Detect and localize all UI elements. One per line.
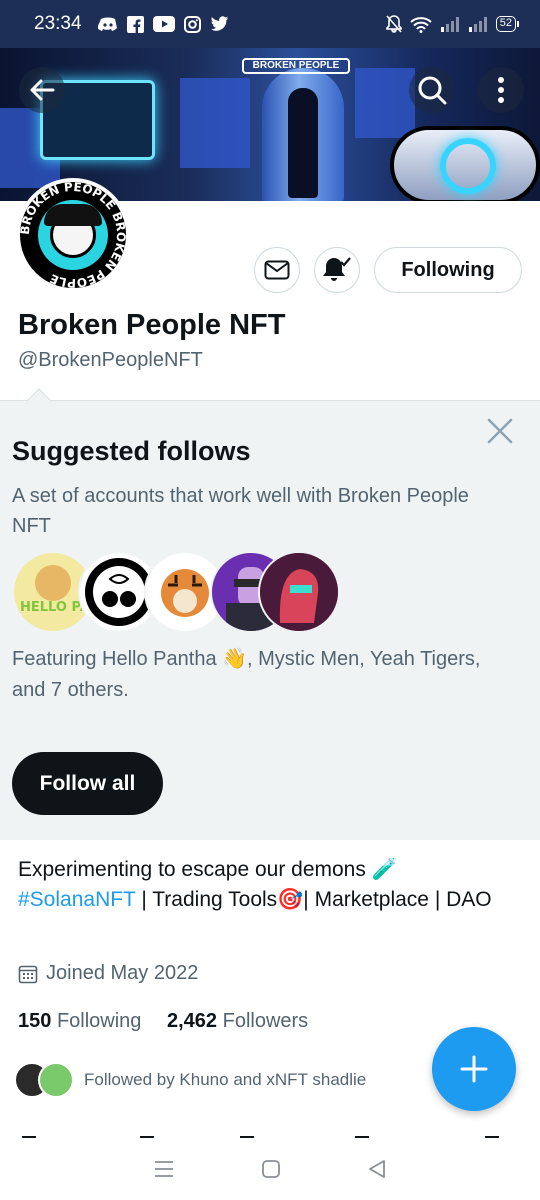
- banner-panel: [355, 68, 415, 138]
- hashtag-link[interactable]: #SolanaNFT: [18, 888, 136, 911]
- signal-icon: [468, 17, 487, 32]
- recent-apps-icon[interactable]: [153, 1159, 175, 1179]
- profile-handle: @BrokenPeopleNFT: [18, 349, 203, 371]
- compose-tweet-button[interactable]: [432, 1027, 516, 1111]
- suggested-follows-card: Suggested follows A set of accounts that…: [0, 388, 540, 840]
- bio-line: Experimenting to escape our demons 🧪: [18, 858, 398, 881]
- suggested-avatars[interactable]: HELLO PANTHA: [12, 551, 342, 633]
- neon-girl-avatar: [260, 553, 338, 631]
- message-button[interactable]: [254, 247, 300, 293]
- banner-figure: [288, 88, 318, 198]
- joined-text: Joined May 2022: [46, 962, 199, 984]
- suggested-title: Suggested follows: [12, 436, 251, 466]
- search-icon: [418, 76, 447, 105]
- youtube-icon: [152, 16, 175, 32]
- following-button[interactable]: Following: [374, 247, 522, 293]
- avatar-image: BROKEN PEOPLE BROKEN PEOPLE: [20, 182, 126, 288]
- wifi-icon: [410, 16, 432, 33]
- avatar-ring-text: BROKEN PEOPLE BROKEN PEOPLE: [20, 182, 126, 288]
- system-navigation-bar: [0, 1138, 540, 1200]
- back-nav-icon[interactable]: [367, 1159, 387, 1179]
- more-options-button[interactable]: [478, 67, 524, 113]
- avatar: [38, 1062, 74, 1098]
- avatar[interactable]: [258, 551, 340, 633]
- banner-panel: [180, 78, 250, 168]
- mute-icon: [385, 15, 402, 33]
- calendar-icon: [18, 965, 38, 983]
- profile-avatar[interactable]: BROKEN PEOPLE BROKEN PEOPLE: [16, 178, 130, 292]
- discord-icon: [97, 17, 117, 31]
- suggested-description: A set of accounts that work well with Br…: [12, 485, 469, 537]
- twitter-icon: [210, 16, 228, 31]
- svg-text:BROKEN PEOPLE BROKEN PEOPLE: BROKEN PEOPLE BROKEN PEOPLE: [20, 182, 126, 288]
- followers-label: Followers: [222, 1010, 309, 1032]
- notifications-button[interactable]: [314, 247, 360, 293]
- bell-check-icon: [323, 257, 351, 281]
- bio-text: | Trading Tools🎯| Marketplace | DAO: [135, 888, 492, 911]
- status-notification-icons: [97, 15, 229, 33]
- followers-stat[interactable]: 2,462 Followers: [167, 1010, 308, 1032]
- back-button[interactable]: [19, 67, 65, 113]
- search-button[interactable]: [409, 67, 455, 113]
- signal-icon: [440, 17, 459, 32]
- arrow-left-icon: [30, 79, 55, 101]
- status-bar: 23:34 52: [0, 0, 540, 48]
- card-notch: [26, 388, 52, 414]
- suggested-featuring: Featuring Hello Pantha 👋, Mystic Men, Ye…: [12, 648, 481, 701]
- follow-all-button[interactable]: Follow all: [12, 752, 163, 815]
- close-icon[interactable]: [486, 417, 514, 445]
- bio-line: #SolanaNFT | Trading Tools🎯| Marketplace…: [18, 885, 518, 915]
- followers-count: 2,462: [166, 1010, 218, 1032]
- following-label: Following: [56, 1010, 142, 1032]
- more-vertical-icon: [498, 77, 504, 103]
- screen: { "status_bar": { "time": "23:34", "batt…: [0, 0, 540, 1200]
- profile-tabs-peek: [0, 1128, 540, 1138]
- following-stat[interactable]: 150 Following: [18, 1010, 141, 1032]
- status-time: 23:34: [34, 13, 82, 34]
- facebook-icon: [126, 15, 144, 33]
- followed-by-row[interactable]: Followed by Khuno and xNFT shadlie: [14, 1062, 366, 1098]
- follow-stats: 150 Following 2,462 Followers: [18, 1010, 308, 1033]
- profile-bio: Experimenting to escape our demons 🧪 #So…: [18, 855, 518, 915]
- followed-by-text: Followed by Khuno and xNFT shadlie: [84, 1070, 367, 1089]
- home-icon[interactable]: [261, 1159, 281, 1179]
- envelope-icon: [264, 260, 290, 280]
- following-count: 150: [18, 1010, 52, 1032]
- joined-date: Joined May 2022: [18, 962, 198, 985]
- status-system-icons: 52: [385, 15, 520, 33]
- banner-ring: [440, 138, 496, 194]
- profile-name: Broken People NFT: [18, 309, 286, 341]
- instagram-icon: [183, 15, 201, 33]
- battery-indicator: 52: [495, 16, 520, 32]
- banner-sign: BROKEN PEOPLE: [242, 58, 350, 74]
- plus-icon: [460, 1055, 488, 1083]
